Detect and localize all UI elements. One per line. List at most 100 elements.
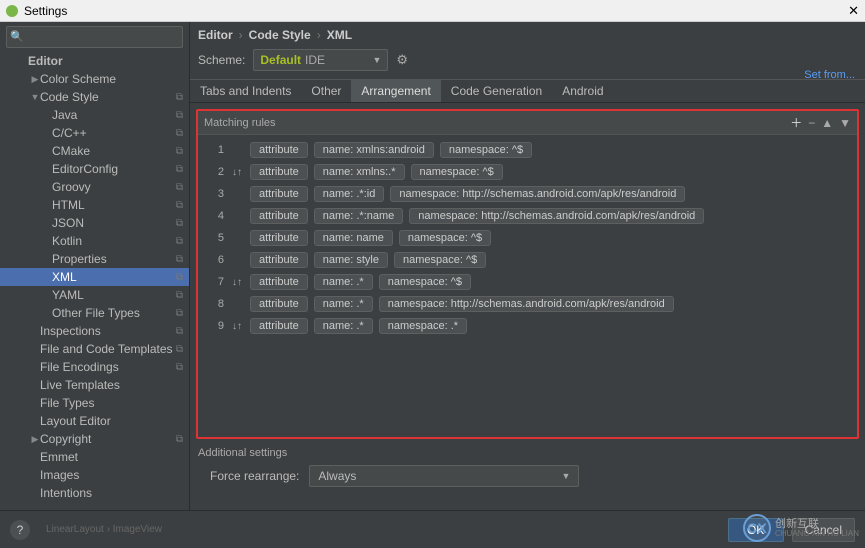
ok-button[interactable]: OK	[728, 518, 784, 542]
rule-type-chip: attribute	[250, 318, 308, 334]
copy-icon: ⧉	[176, 344, 183, 355]
tree-item-images[interactable]: Images	[0, 466, 189, 484]
tree-item-label: Layout Editor	[40, 414, 183, 428]
tree-item-xml[interactable]: XML⧉	[0, 268, 189, 286]
tree-item-label: File Encodings	[40, 360, 176, 374]
force-rearrange-select[interactable]: Always ▼	[309, 465, 579, 487]
rule-type-chip: attribute	[250, 230, 308, 246]
tree-item-inspections[interactable]: Inspections⧉	[0, 322, 189, 340]
rule-row[interactable]: 2↓↑attributename: xmlns:.*namespace: ^$	[198, 161, 857, 183]
sort-icon: ↓↑	[230, 277, 244, 288]
move-down-icon[interactable]: ▼	[839, 116, 851, 130]
copy-icon: ⧉	[176, 326, 183, 337]
scheme-ide: IDE	[305, 53, 325, 67]
rule-row[interactable]: 4attributename: .*:namenamespace: http:/…	[198, 205, 857, 227]
tree-item-groovy[interactable]: Groovy⧉	[0, 178, 189, 196]
tab-tabs-and-indents[interactable]: Tabs and Indents	[190, 80, 301, 102]
set-from-link[interactable]: Set from...	[804, 69, 855, 81]
tree-item-emmet[interactable]: Emmet	[0, 448, 189, 466]
copy-icon: ⧉	[176, 434, 183, 445]
copy-icon: ⧉	[176, 290, 183, 301]
settings-tree[interactable]: Editor ▶Color Scheme▼Code Style⧉Java⧉C/C+…	[0, 52, 189, 510]
gear-icon[interactable]: ⚙	[396, 52, 408, 68]
rule-namespace-chip: namespace: http://schemas.android.com/ap…	[379, 296, 674, 312]
rule-name-chip: name: .*	[314, 274, 373, 290]
rule-row[interactable]: 7↓↑attributename: .*namespace: ^$	[198, 271, 857, 293]
close-icon[interactable]: ✕	[848, 3, 859, 19]
breadcrumb-item[interactable]: Editor	[198, 28, 233, 42]
tree-item-cmake[interactable]: CMake⧉	[0, 142, 189, 160]
tree-item-editorconfig[interactable]: EditorConfig⧉	[0, 160, 189, 178]
tree-item-properties[interactable]: Properties⧉	[0, 250, 189, 268]
tree-item-java[interactable]: Java⧉	[0, 106, 189, 124]
tree-item-c-c-[interactable]: C/C++⧉	[0, 124, 189, 142]
cancel-button[interactable]: Cancel	[792, 518, 855, 542]
app-icon	[6, 5, 18, 17]
tree-item-intentions[interactable]: Intentions	[0, 484, 189, 502]
help-button[interactable]: ?	[10, 520, 30, 540]
rule-number: 6	[204, 254, 224, 266]
tree-item-editor[interactable]: Editor	[0, 52, 189, 70]
tree-item-code-style[interactable]: ▼Code Style⧉	[0, 88, 189, 106]
copy-icon: ⧉	[176, 164, 183, 175]
scheme-select[interactable]: Default IDE ▼	[253, 49, 388, 71]
rule-row[interactable]: 8attributename: .*namespace: http://sche…	[198, 293, 857, 315]
tree-item-layout-editor[interactable]: Layout Editor	[0, 412, 189, 430]
chevron-right-icon: ›	[317, 28, 321, 42]
matching-rules-panel: Matching rules ＋ − ▲ ▼ 1attributename: x…	[196, 109, 859, 439]
additional-settings-header: Additional settings	[196, 439, 859, 461]
rule-row[interactable]: 9↓↑attributename: .*namespace: .*	[198, 315, 857, 337]
tree-item-label: JSON	[52, 216, 176, 230]
rule-row[interactable]: 5attributename: namenamespace: ^$	[198, 227, 857, 249]
rule-row[interactable]: 6attributename: stylenamespace: ^$	[198, 249, 857, 271]
tree-item-copyright[interactable]: ▶Copyright⧉	[0, 430, 189, 448]
rules-list[interactable]: 1attributename: xmlns:androidnamespace: …	[198, 135, 857, 437]
tree-item-label: Groovy	[52, 180, 176, 194]
titlebar: Settings ✕	[0, 0, 865, 22]
rule-namespace-chip: namespace: .*	[379, 318, 467, 334]
rule-type-chip: attribute	[250, 252, 308, 268]
tab-arrangement[interactable]: Arrangement	[351, 80, 440, 102]
rule-row[interactable]: 1attributename: xmlns:androidnamespace: …	[198, 139, 857, 161]
rule-namespace-chip: namespace: http://schemas.android.com/ap…	[409, 208, 704, 224]
tree-item-file-encodings[interactable]: File Encodings⧉	[0, 358, 189, 376]
search-icon: 🔍	[10, 30, 24, 43]
chevron-right-icon: ›	[239, 28, 243, 42]
search-input[interactable]	[6, 26, 183, 48]
tree-item-label: Code Style	[40, 90, 176, 104]
tree-item-label: XML	[52, 270, 176, 284]
tree-arrow-icon: ▶	[30, 434, 40, 445]
tree-item-other-file-types[interactable]: Other File Types⧉	[0, 304, 189, 322]
copy-icon: ⧉	[176, 92, 183, 103]
chevron-down-icon: ▼	[561, 471, 570, 481]
move-up-icon[interactable]: ▲	[821, 116, 833, 130]
tree-item-html[interactable]: HTML⧉	[0, 196, 189, 214]
rule-number: 4	[204, 210, 224, 222]
tree-arrow-icon: ▶	[30, 74, 40, 85]
rule-number: 7	[204, 276, 224, 288]
rule-namespace-chip: namespace: ^$	[379, 274, 471, 290]
tree-item-kotlin[interactable]: Kotlin⧉	[0, 232, 189, 250]
tab-other[interactable]: Other	[301, 80, 351, 102]
tab-code-generation[interactable]: Code Generation	[441, 80, 552, 102]
tree-item-label: Editor	[28, 54, 183, 68]
tree-item-file-and-code-templates[interactable]: File and Code Templates⧉	[0, 340, 189, 358]
tab-android[interactable]: Android	[552, 80, 613, 102]
tree-item-label: Emmet	[40, 450, 183, 464]
tree-item-file-types[interactable]: File Types	[0, 394, 189, 412]
remove-rule-icon[interactable]: −	[808, 116, 815, 130]
sort-icon: ↓↑	[230, 167, 244, 178]
rule-name-chip: name: .*:id	[314, 186, 385, 202]
tree-item-label: File and Code Templates	[40, 342, 176, 356]
tree-item-label: Other File Types	[52, 306, 176, 320]
tree-item-live-templates[interactable]: Live Templates	[0, 376, 189, 394]
breadcrumb-item[interactable]: Code Style	[249, 28, 311, 42]
add-rule-icon[interactable]: ＋	[790, 114, 802, 131]
tree-item-yaml[interactable]: YAML⧉	[0, 286, 189, 304]
copy-icon: ⧉	[176, 146, 183, 157]
tree-item-color-scheme[interactable]: ▶Color Scheme	[0, 70, 189, 88]
rule-row[interactable]: 3attributename: .*:idnamespace: http://s…	[198, 183, 857, 205]
rule-name-chip: name: style	[314, 252, 388, 268]
copy-icon: ⧉	[176, 308, 183, 319]
tree-item-json[interactable]: JSON⧉	[0, 214, 189, 232]
